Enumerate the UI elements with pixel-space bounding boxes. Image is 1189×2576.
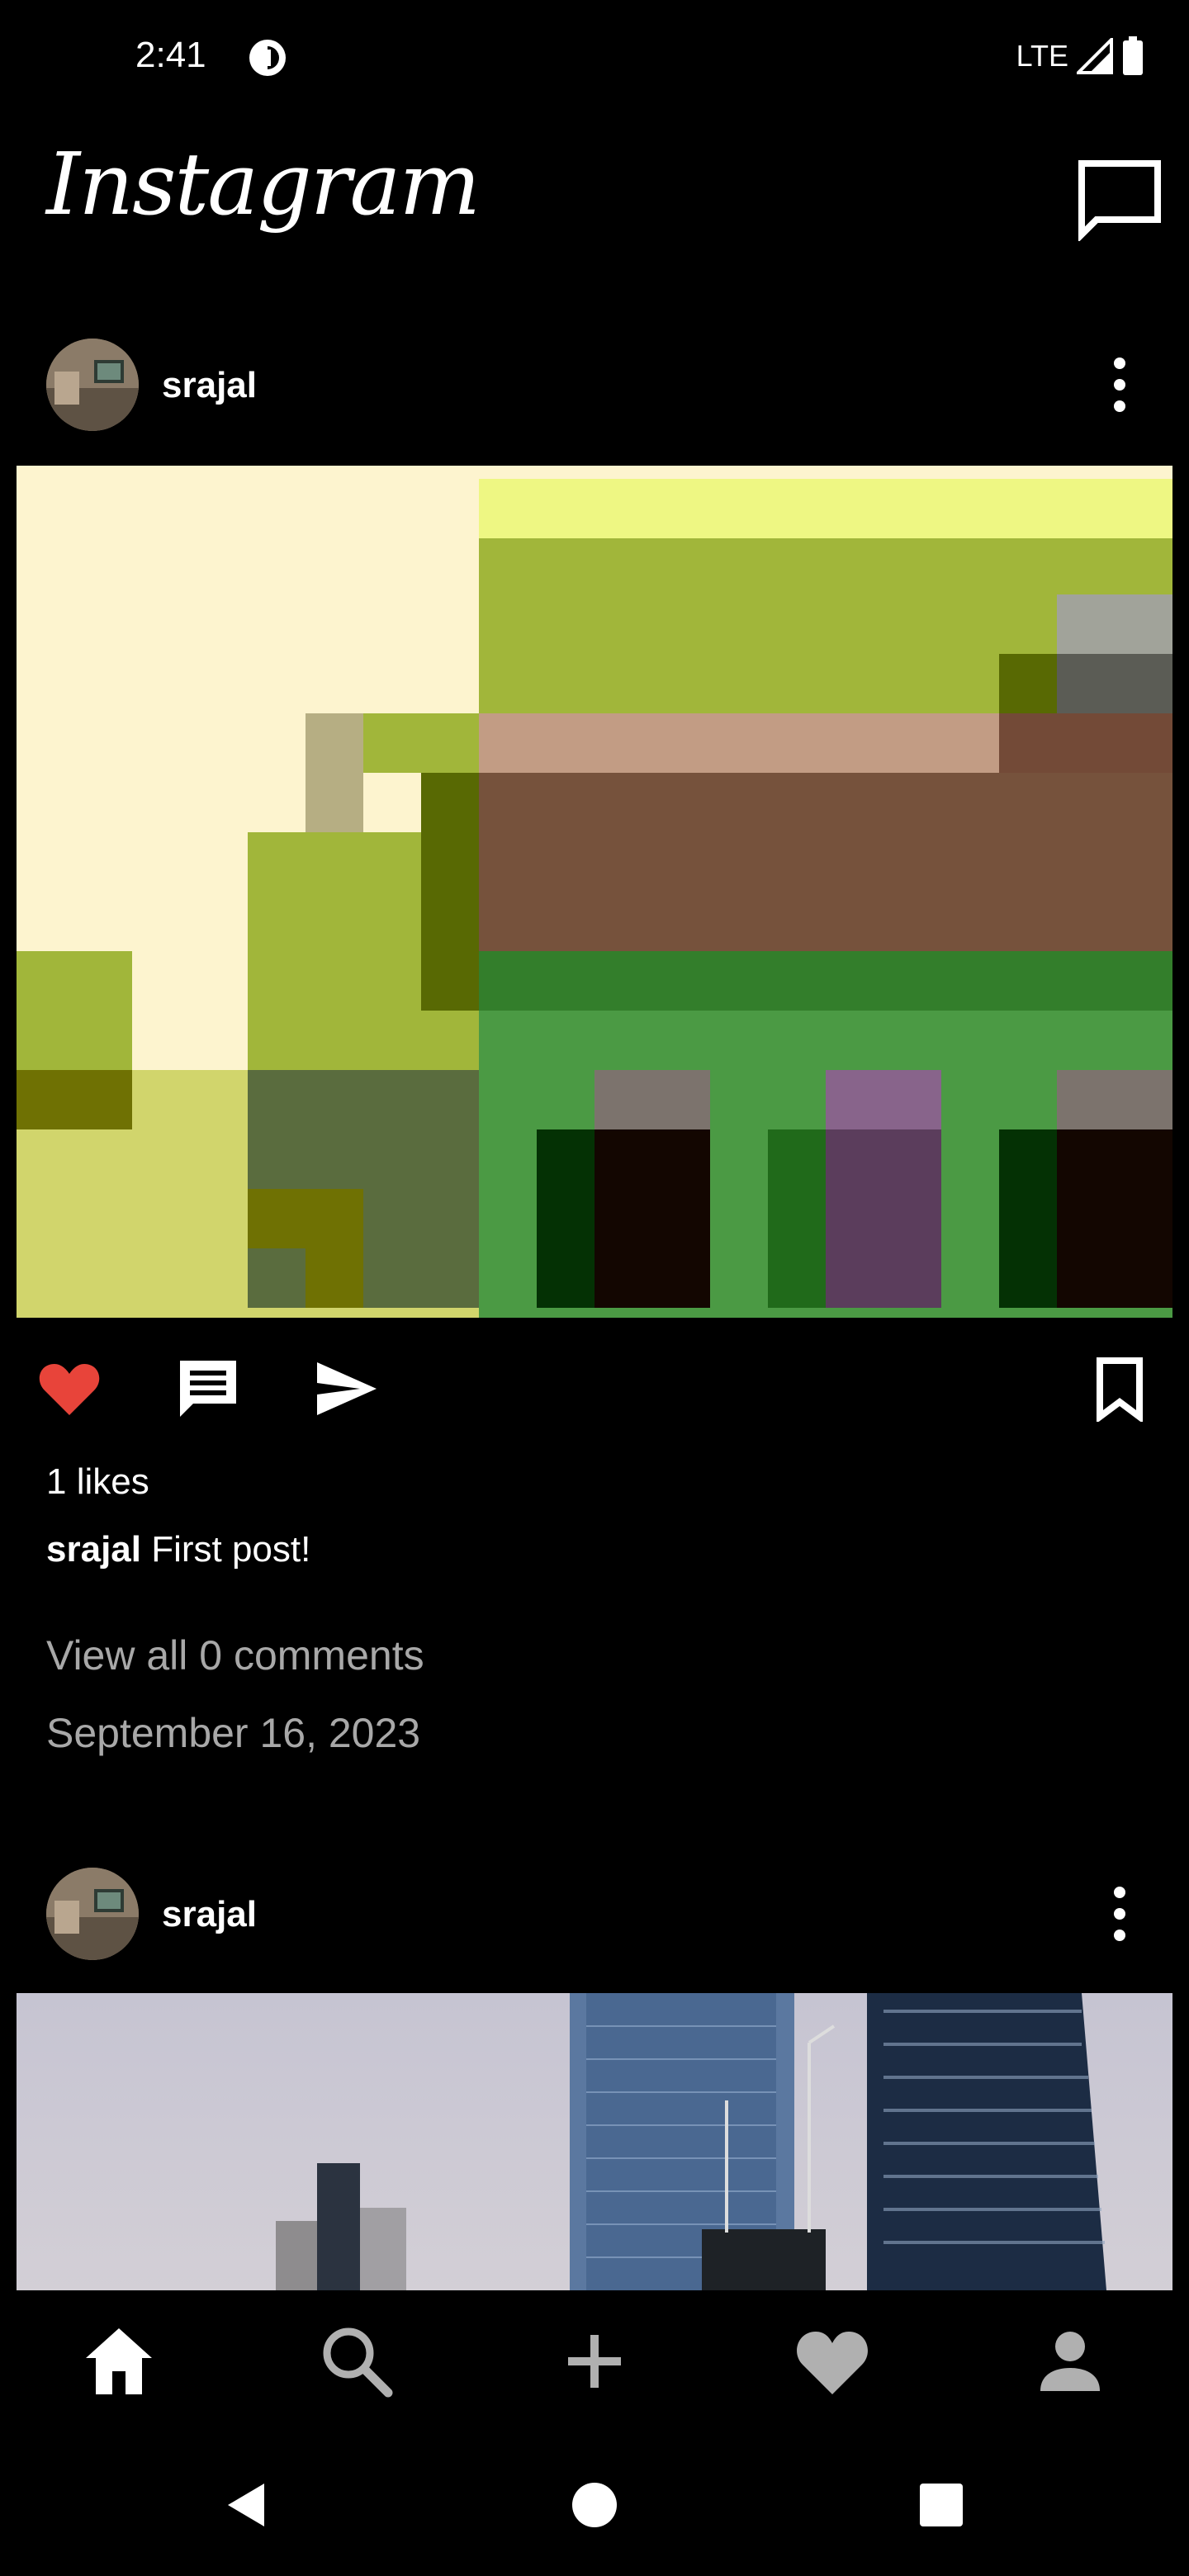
like-icon[interactable] — [36, 1356, 102, 1422]
post-actions — [0, 1341, 1189, 1433]
share-icon[interactable] — [314, 1356, 380, 1422]
post-username[interactable]: srajal — [162, 1894, 257, 1935]
status-icons: LTE — [1016, 36, 1144, 76]
bottom-navigation — [0, 2290, 1189, 2432]
search-icon[interactable] — [317, 2322, 396, 2401]
avatar[interactable] — [46, 1868, 139, 1960]
heart-icon[interactable] — [793, 2322, 872, 2401]
back-icon[interactable] — [221, 2479, 274, 2531]
network-type: LTE — [1016, 39, 1068, 73]
app-logo: Instagram — [46, 134, 481, 234]
home-icon[interactable] — [79, 2322, 159, 2401]
recents-icon[interactable] — [915, 2479, 968, 2531]
dnd-icon — [249, 40, 286, 76]
profile-icon[interactable] — [1030, 2322, 1110, 2401]
comment-icon[interactable] — [175, 1356, 241, 1422]
post-header: srajal — [0, 327, 1189, 443]
status-bar: 2:41 LTE — [0, 0, 1189, 116]
post-image[interactable] — [17, 1993, 1172, 2290]
post-date: September 16, 2023 — [46, 1710, 421, 1756]
caption-text: First post! — [140, 1529, 311, 1570]
bookmark-icon[interactable] — [1087, 1356, 1153, 1422]
system-navigation-bar — [0, 2432, 1189, 2576]
caption-username[interactable]: srajal — [46, 1529, 141, 1570]
post-username[interactable]: srajal — [162, 365, 257, 406]
battery-icon — [1123, 36, 1143, 75]
top-app-bar: Instagram — [0, 116, 1189, 281]
signal-icon — [1077, 38, 1113, 74]
add-icon[interactable] — [555, 2322, 634, 2401]
avatar[interactable] — [46, 339, 139, 431]
post-caption: srajal First post! — [46, 1529, 310, 1570]
status-time: 2:41 — [135, 35, 206, 75]
messages-icon[interactable] — [1073, 155, 1166, 241]
home-button-icon[interactable] — [568, 2479, 621, 2531]
more-options-icon[interactable] — [1106, 1881, 1133, 1947]
post-image[interactable] — [17, 466, 1172, 1318]
view-comments-link[interactable]: View all 0 comments — [46, 1631, 424, 1679]
more-options-icon[interactable] — [1106, 352, 1133, 418]
likes-count[interactable]: 1 likes — [46, 1461, 149, 1503]
post-header: srajal — [0, 1856, 1189, 1972]
